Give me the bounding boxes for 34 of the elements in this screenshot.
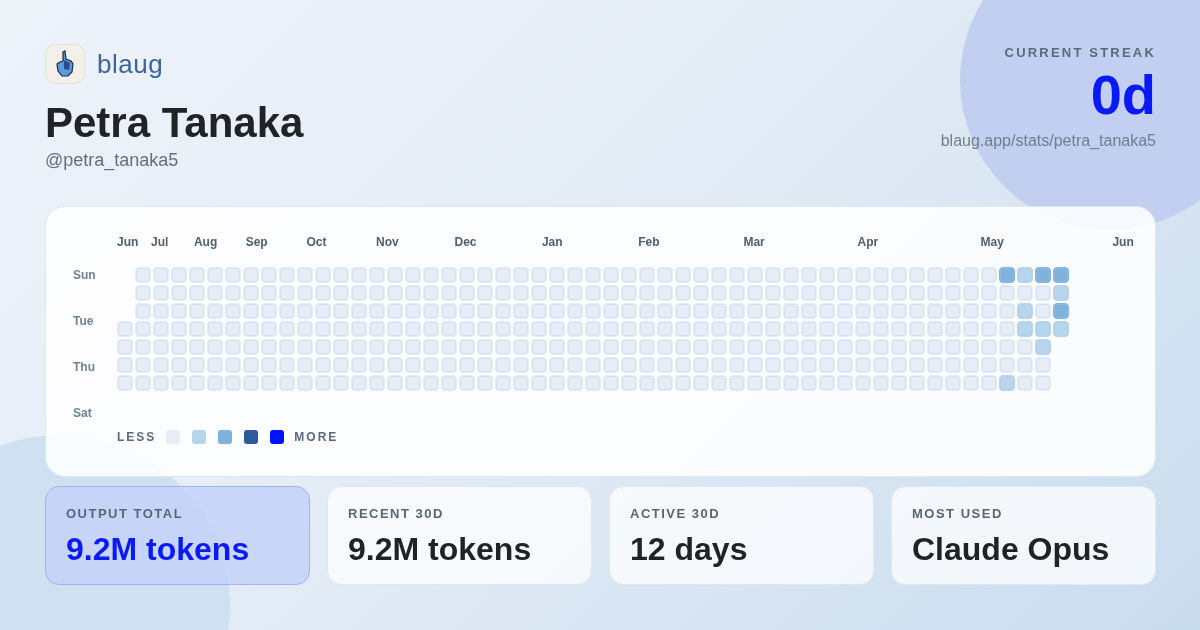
brand-name: blaug	[97, 48, 164, 80]
streak-label: CURRENT STREAK	[1004, 45, 1156, 60]
profile-url: blaug.app/stats/petra_tanaka5	[940, 132, 1156, 150]
stat-label: ACTIVE 30D	[630, 506, 722, 521]
day-label: Tue	[73, 314, 95, 328]
month-label: Jun	[1112, 235, 1134, 249]
legend-less: LESS	[117, 430, 157, 444]
month-label: Apr	[857, 235, 879, 249]
month-label: Nov	[376, 235, 399, 249]
month-label: Jun	[117, 235, 139, 249]
hand-icon	[54, 50, 76, 78]
profile-handle: @petra_tanaka5	[45, 150, 180, 171]
month-label: Oct	[306, 235, 327, 249]
month-label: Jan	[541, 235, 563, 249]
stat-value: Claude Opus	[912, 531, 1111, 568]
month-label: Aug	[193, 235, 218, 249]
stat-label: OUTPUT TOTAL	[66, 506, 185, 521]
month-label: Dec	[454, 235, 477, 249]
month-label: Mar	[743, 235, 765, 249]
stat-value: 12 days	[630, 531, 749, 568]
day-label: Thu	[73, 360, 96, 374]
legend-more: MORE	[294, 430, 339, 444]
day-label: Sat	[73, 406, 93, 420]
month-label: May	[980, 235, 1004, 249]
month-label: Feb	[638, 235, 660, 249]
stat-label: RECENT 30D	[348, 506, 445, 521]
stat-label: MOST USED	[912, 506, 1004, 521]
day-label: Sun	[73, 268, 97, 282]
stat-value: 9.2M tokens	[348, 531, 533, 568]
streak-value: 0d	[1090, 64, 1156, 126]
stat-value: 9.2M tokens	[66, 531, 251, 568]
month-label: Sep	[245, 235, 268, 249]
profile-name: Petra Tanaka	[45, 98, 304, 148]
month-label: Jul	[151, 235, 169, 249]
